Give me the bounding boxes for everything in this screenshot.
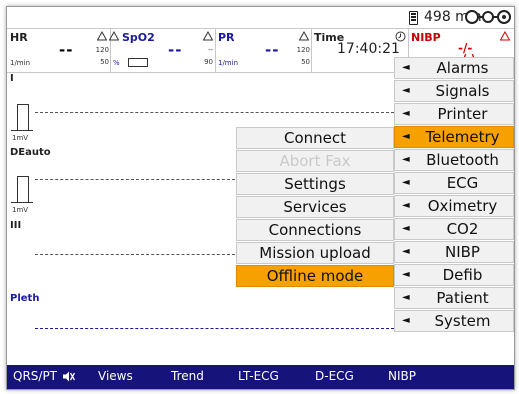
hr-unit: 1/min — [10, 59, 31, 67]
pr-limit-high: 120 — [296, 46, 310, 54]
left-arrow-icon: ◄ — [402, 292, 410, 303]
left-arrow-icon: ◄ — [402, 200, 410, 211]
submenu-item-abort-fax: Abort Fax — [236, 150, 394, 172]
clock-icon — [395, 31, 406, 42]
baseline-line — [35, 112, 394, 113]
left-arrow-icon: ◄ — [402, 177, 410, 188]
baseline-line — [35, 328, 394, 329]
channel-label: Pleth — [10, 293, 40, 304]
left-arrow-icon: ◄ — [402, 108, 410, 119]
submenu-item-offline-mode[interactable]: Offline mode — [236, 265, 394, 287]
left-arrow-icon: ◄ — [402, 315, 410, 326]
left-arrow-icon: ◄ — [402, 131, 410, 142]
left-arrow-icon: ◄ — [402, 154, 410, 165]
spo2-limit-low: 90 — [204, 58, 213, 66]
menu-item-printer[interactable]: ◄ Printer — [394, 103, 514, 125]
alarm-off-icon — [97, 31, 107, 41]
submenu-item-connections[interactable]: Connections — [236, 219, 394, 241]
submenu-item-connect[interactable]: Connect — [236, 127, 394, 149]
nibp-label: NIBP — [411, 31, 441, 44]
perfusion-bar — [128, 58, 148, 67]
nibp-value: -/- — [458, 41, 473, 55]
submenu-item-settings[interactable]: Settings — [236, 173, 394, 195]
pleth-channel: Pleth — [7, 292, 394, 362]
alarm-icon — [500, 31, 510, 41]
clock-time: 17:40:21 — [337, 41, 400, 57]
spo2-limit-high: -- — [207, 46, 213, 54]
baseline-line — [35, 254, 235, 255]
hr-value: -- — [59, 41, 74, 59]
softkey-views[interactable]: Views — [98, 369, 133, 383]
softkey-bar: QRS/PT Views Trend LT-ECG D-ECG NIBP — [7, 365, 514, 389]
calibration-pulse — [17, 176, 29, 203]
calibration-baseline — [11, 202, 33, 203]
menu-item-nibp[interactable]: ◄ NIBP — [394, 241, 514, 263]
left-arrow-icon: ◄ — [402, 85, 410, 96]
alarm-off-icon — [203, 31, 213, 41]
main-menu: ◄ Alarms ◄ Signals ◄ Printer ◄ Telemetry ◄ Bl… — [394, 57, 514, 333]
menu-item-signals[interactable]: ◄ Signals — [394, 80, 514, 102]
spo2-label: SpO2 — [122, 31, 155, 44]
menu-item-bluetooth[interactable]: ◄ Bluetooth — [394, 149, 514, 171]
telemetry-submenu: Connect Abort Fax Settings Services Conn… — [236, 127, 394, 288]
menu-item-ecg[interactable]: ◄ ECG — [394, 172, 514, 194]
softkey-qrs-pt[interactable]: QRS/PT — [13, 369, 57, 383]
menu-item-alarms[interactable]: ◄ Alarms — [394, 57, 514, 79]
channel-label: III — [10, 220, 22, 231]
status-bar: 498 min — [7, 7, 514, 27]
softkey-lt-ecg[interactable]: LT-ECG — [238, 369, 279, 383]
calibration-pulse — [17, 104, 29, 131]
channel-label: I — [10, 73, 14, 84]
calibration-label: 1mV — [12, 206, 29, 214]
spo2-value: -- — [168, 41, 183, 59]
menu-item-co2[interactable]: ◄ CO2 — [394, 218, 514, 240]
pr-tile[interactable]: PR -- 120 50 1/min — [215, 29, 312, 72]
pr-limit-low: 50 — [301, 58, 310, 66]
connection-icon — [465, 10, 511, 24]
hr-limit-high: 120 — [95, 46, 109, 54]
pr-unit: 1/min — [218, 59, 239, 67]
menu-item-patient[interactable]: ◄ Patient — [394, 287, 514, 309]
alarm-off-icon — [299, 31, 309, 41]
pr-label: PR — [218, 31, 235, 44]
calibration-baseline — [11, 130, 33, 131]
monitor-screen: 498 min HR -- 120 50 1/min SpO2 -- -- 90 — [6, 6, 515, 390]
menu-item-oximetry[interactable]: ◄ Oximetry — [394, 195, 514, 217]
softkey-trend[interactable]: Trend — [171, 369, 204, 383]
hr-tile[interactable]: HR -- 120 50 1/min — [7, 29, 111, 72]
mute-speaker-icon — [63, 371, 75, 382]
channel-label: DEauto — [10, 147, 51, 158]
softkey-nibp[interactable]: NIBP — [388, 369, 416, 383]
hr-limit-low: 50 — [100, 58, 109, 66]
menu-item-telemetry[interactable]: ◄ Telemetry — [394, 126, 514, 148]
submenu-item-services[interactable]: Services — [236, 196, 394, 218]
left-arrow-icon: ◄ — [402, 223, 410, 234]
submenu-item-mission-upload[interactable]: Mission upload — [236, 242, 394, 264]
left-arrow-icon: ◄ — [402, 269, 410, 280]
pr-value: -- — [265, 41, 280, 59]
baseline-line — [35, 179, 235, 180]
left-arrow-icon: ◄ — [402, 246, 410, 257]
left-arrow-icon: ◄ — [402, 62, 410, 73]
battery-icon — [409, 11, 418, 25]
hr-label: HR — [10, 31, 28, 44]
calibration-label: 1mV — [12, 134, 29, 142]
alarm-off-icon — [109, 31, 119, 41]
softkey-d-ecg[interactable]: D-ECG — [315, 369, 354, 383]
spo2-unit: % — [113, 59, 120, 67]
spo2-tile[interactable]: SpO2 -- -- 90 % — [109, 29, 216, 72]
menu-item-system[interactable]: ◄ System — [394, 310, 514, 332]
menu-item-defib[interactable]: ◄ Defib — [394, 264, 514, 286]
